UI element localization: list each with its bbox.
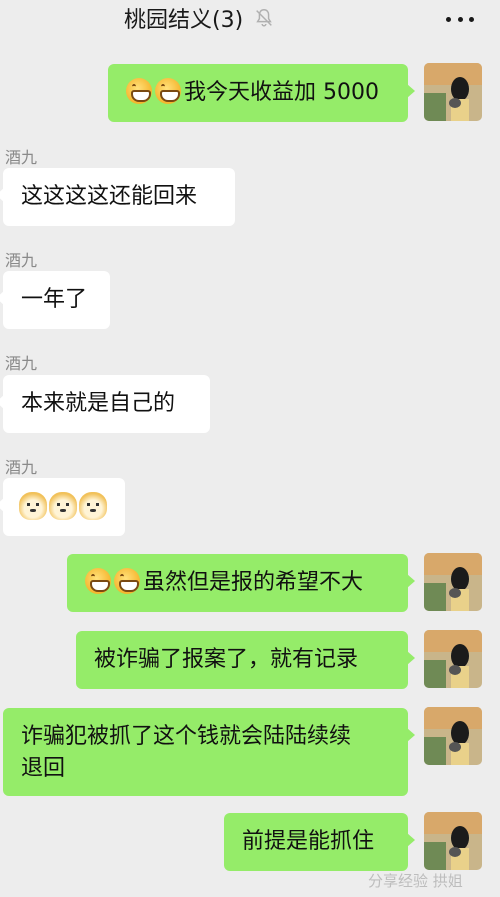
message-text: 虽然但是报的希望不大: [143, 570, 364, 595]
message-text: 一年了: [21, 287, 88, 312]
sender-name: 酒九: [5, 458, 38, 477]
message-text: 前提是能抓住: [242, 829, 375, 854]
avatar-image: [424, 553, 482, 611]
chat-header: 桃园结义(3): [0, 0, 500, 48]
doge-emoji-icon: [19, 492, 47, 520]
sender-name: 酒九: [5, 251, 38, 270]
doge-emoji-icon: [49, 492, 77, 520]
more-dots-icon[interactable]: [446, 14, 474, 24]
message-bubble-outgoing[interactable]: 诈骗犯被抓了这个钱就会陆陆续续 退回: [3, 708, 415, 796]
avatar[interactable]: [424, 812, 482, 870]
title-group: 桃园结义(3): [124, 3, 275, 33]
watermark: 分享经验 拱姐: [368, 872, 463, 890]
message-bubble-outgoing[interactable]: 我今天收益加 5000: [108, 64, 415, 122]
bell-off-icon: [256, 9, 273, 27]
grin-emoji-icon: [114, 568, 140, 594]
sender-name: 酒九: [5, 148, 38, 167]
avatar-image: [424, 63, 482, 121]
message-bubble-incoming[interactable]: 一年了: [0, 271, 110, 329]
back-button[interactable]: [0, 0, 40, 40]
message-bubble-incoming[interactable]: 这这这这还能回来: [0, 168, 235, 226]
message-bubble-outgoing[interactable]: 前提是能抓住: [224, 813, 415, 871]
avatar[interactable]: [424, 63, 482, 121]
grin-emoji-icon: [155, 78, 181, 104]
avatar[interactable]: [424, 553, 482, 611]
chat-title: 桃园结义(3): [124, 8, 244, 33]
message-bubble-incoming[interactable]: [0, 478, 125, 536]
message-text: 本来就是自己的: [21, 391, 176, 416]
avatar[interactable]: [424, 707, 482, 765]
avatar-image: [424, 812, 482, 870]
message-text-line: 诈骗犯被抓了这个钱就会陆陆续续: [21, 724, 352, 749]
avatar-image: [424, 707, 482, 765]
grin-emoji-icon: [126, 78, 152, 104]
doge-emoji-icon: [79, 492, 107, 520]
message-text-line: 退回: [21, 756, 66, 781]
avatar[interactable]: [424, 630, 482, 688]
message-text: 我今天收益加 5000: [184, 80, 379, 105]
avatar-image: [424, 630, 482, 688]
message-bubble-outgoing[interactable]: 被诈骗了报案了，就有记录: [76, 631, 415, 689]
message-text: 被诈骗了报案了，就有记录: [94, 647, 359, 672]
sender-name: 酒九: [5, 354, 38, 373]
message-bubble-incoming[interactable]: 本来就是自己的: [0, 375, 210, 433]
grin-emoji-icon: [85, 568, 111, 594]
message-bubble-outgoing[interactable]: 虽然但是报的希望不大: [67, 554, 415, 612]
message-text: 这这这这还能回来: [21, 184, 198, 209]
